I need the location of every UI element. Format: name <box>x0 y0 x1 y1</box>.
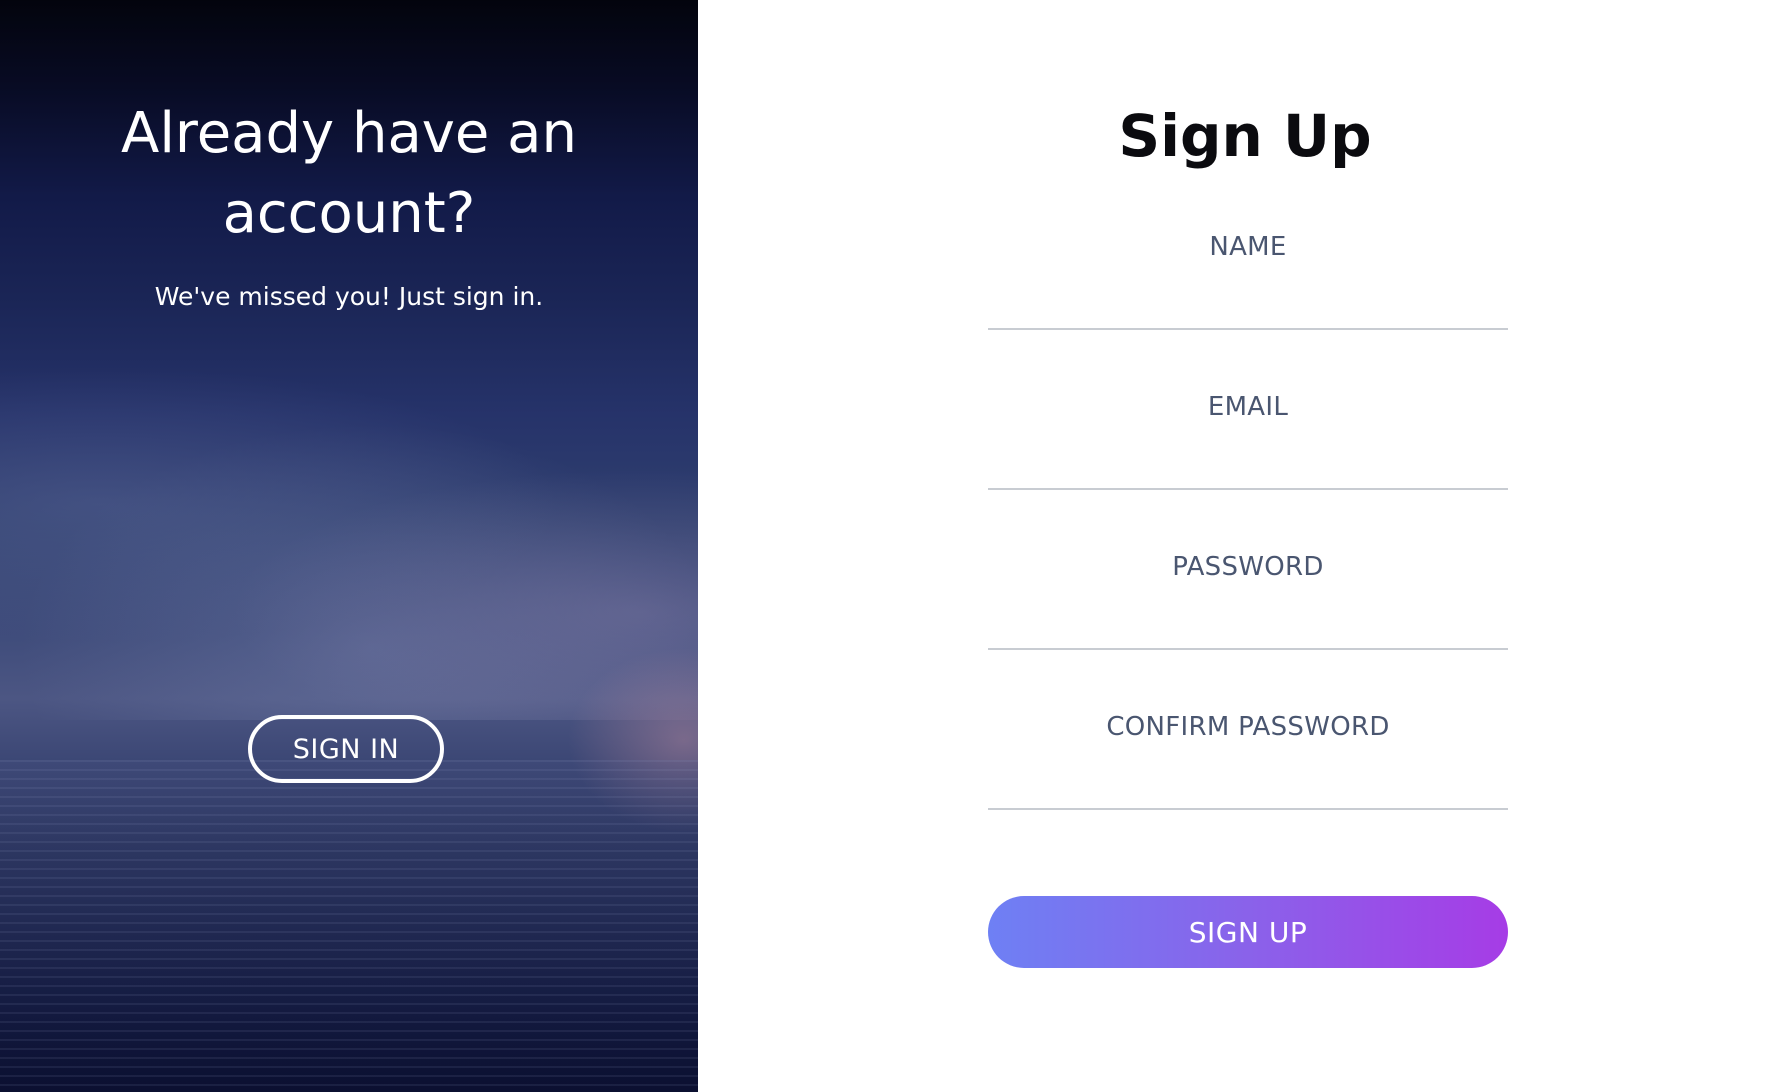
confirm-password-field-label: CONFIRM PASSWORD <box>1106 712 1390 742</box>
email-input[interactable] <box>988 434 1508 490</box>
signup-page: Already have an account? We've missed yo… <box>0 0 1792 1092</box>
password-field: PASSWORD <box>988 550 1508 660</box>
name-input[interactable] <box>988 274 1508 330</box>
confirm-password-field: CONFIRM PASSWORD <box>988 710 1508 820</box>
signup-form-panel: Sign Up NAME EMAIL PASSWORD CONFIRM PASS… <box>698 0 1792 1092</box>
password-field-label: PASSWORD <box>1172 552 1324 582</box>
name-field-label: NAME <box>1209 232 1287 262</box>
signin-promo-subtitle: We've missed you! Just sign in. <box>154 282 544 311</box>
email-field-label: EMAIL <box>1207 392 1289 422</box>
background-glow <box>558 640 698 840</box>
signin-promo-title-line2: account? <box>222 181 476 246</box>
sign-in-button[interactable]: SIGN IN <box>248 715 444 783</box>
signup-form-title: Sign Up <box>1118 102 1372 170</box>
password-input[interactable] <box>988 594 1508 650</box>
sign-up-button[interactable]: SIGN UP <box>988 896 1508 968</box>
confirm-password-input[interactable] <box>988 754 1508 810</box>
name-field: NAME <box>988 230 1508 340</box>
signin-promo-panel: Already have an account? We've missed yo… <box>0 0 698 1092</box>
email-field: EMAIL <box>988 390 1508 500</box>
signin-promo-title: Already have an account? <box>0 94 698 254</box>
signin-promo-title-line1: Already have an <box>121 101 577 166</box>
